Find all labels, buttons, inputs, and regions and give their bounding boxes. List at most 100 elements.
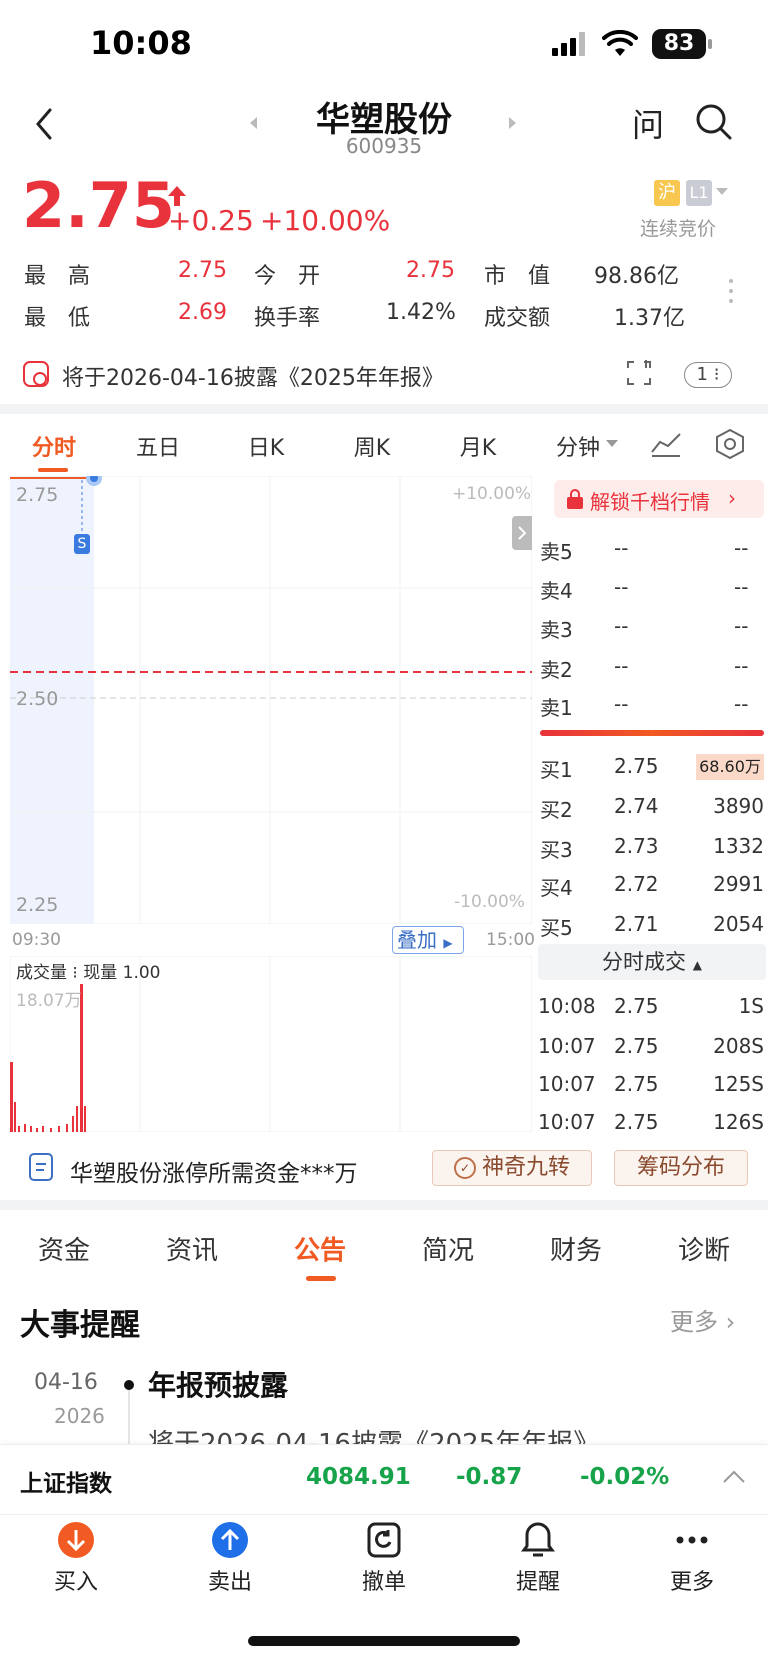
sell-button[interactable]: 卖出 [180,1520,280,1596]
notice-text[interactable]: 将于2026-04-16披露《2025年年报》 [62,360,444,392]
ask-level-label: 卖3 [540,618,573,642]
stat-low: 2.69 [178,300,227,325]
volume-axis-max: 18.07万 [16,991,82,1011]
buy-button[interactable]: 买入 [26,1520,126,1596]
settings-hex-icon[interactable] [714,428,746,460]
bid-level-label: 买1 [540,758,573,782]
level-dropdown-icon[interactable] [716,188,728,196]
limit-up-capital-link[interactable]: 华塑股份涨停所需资金***万 [70,1154,358,1188]
index-change: -0.87 [456,1464,523,1490]
price-change: +0.25 [168,204,254,237]
bid-ask-ratio-bar [540,730,764,736]
stat-label: 今 开 [254,264,321,289]
battery-level: 83 [663,31,695,56]
stock-code: 600935 [345,134,423,158]
tab-capital[interactable]: 资金 [24,1230,104,1267]
tab-daily-k[interactable]: 日K [236,430,296,462]
bid-price: 2.73 [614,834,659,858]
ask-price: -- [614,654,629,678]
home-indicator[interactable] [248,1636,520,1646]
overlay-button[interactable]: 叠加 ▶ [392,926,464,954]
signal-icon [552,32,585,56]
buy-label: 买入 [53,1570,98,1595]
s-marker[interactable]: S [74,536,90,552]
price-axis-low: 2.25 [16,894,59,916]
events-more-link[interactable]: 更多 › [670,1302,735,1337]
bid-level-label: 买5 [540,916,573,940]
current-price: 2.75 [22,169,175,242]
ticks-toggle[interactable]: 分时成交 ▲ [538,944,766,980]
tab-weekly-k[interactable]: 周K [342,430,402,462]
timeline-dot [124,1380,134,1390]
tab-five-day[interactable]: 五日 [128,430,188,462]
time-axis-start: 09:30 [12,930,61,950]
event-year: 2026 [54,1404,105,1428]
bid-volume: 2054 [713,912,764,936]
index-change-pct: -0.02% [580,1464,670,1490]
tick-volume: 208S [713,1034,764,1058]
market-badge: 沪 [654,180,680,206]
sell-label: 卖出 [207,1570,252,1595]
bid-price: 2.72 [614,872,659,896]
search-icon[interactable] [694,102,734,142]
tick-price: 2.75 [614,1110,659,1134]
indicator-icon[interactable] [650,430,682,458]
bid-level-label: 买2 [540,798,573,822]
level-badge[interactable]: L1 [686,180,712,206]
chevron-right-icon[interactable] [518,526,526,540]
ask-level-label: 卖2 [540,658,573,682]
tab-announcements[interactable]: 公告 [280,1230,360,1267]
more-dots-icon[interactable] [728,278,734,304]
ask-price: -- [614,614,629,638]
tick-time: 10:07 [538,1034,596,1058]
more-label: 更多 [669,1570,714,1595]
screenshot-icon[interactable] [624,358,654,388]
cancel-order-button[interactable]: 撤单 [334,1520,434,1596]
stat-amount: 1.37亿 [614,306,685,331]
prev-stock-icon[interactable] [248,116,258,130]
chevron-right-icon[interactable]: › [728,486,736,510]
alert-button[interactable]: 提醒 [488,1520,588,1596]
chevron-up-icon[interactable] [722,1470,746,1484]
price-change-pct: +10.00% [260,204,391,237]
next-stock-icon[interactable] [508,116,518,130]
events-title: 大事提醒 [20,1308,140,1343]
status-bar: 10:08 83 [0,0,768,90]
ask-button[interactable]: 问 [632,100,664,146]
tab-intraday[interactable]: 分时 [24,430,84,462]
section-divider [0,404,768,414]
notice-count-badge[interactable]: 1 ⁝ [684,362,732,388]
event-desc: 将于2026-04-16披露《2025年年报》 [148,1429,600,1444]
index-name: 上证指数 [20,1471,112,1497]
more-button[interactable]: 更多 [642,1520,742,1596]
back-arrow-icon[interactable] [32,106,56,142]
trade-mode: 连续竞价 [640,218,717,240]
unlock-depth-label[interactable]: 解锁千档行情 [590,486,710,515]
announcement-icon [23,361,49,387]
tab-monthly-k[interactable]: 月K [448,430,508,462]
bid-volume-highlight: 68.60万 [696,754,764,780]
tab-indicator [38,468,68,472]
stat-label: 最 高 [24,264,91,289]
tab-profile[interactable]: 简况 [408,1230,488,1267]
section-divider [0,1200,768,1210]
tick-time: 10:08 [538,994,596,1018]
wifi-icon [602,30,638,56]
tab-financials[interactable]: 财务 [536,1230,616,1267]
magic-nine-button[interactable]: ✓ 神奇九转 [432,1150,592,1186]
tab-minute[interactable]: 分钟 [548,430,608,462]
pct-axis-low: -10.00% [454,892,525,912]
bid-volume: 3890 [713,794,764,818]
chip-distribution-button[interactable]: 筹码分布 [614,1150,748,1186]
ask-price: -- [614,575,629,599]
chevron-down-icon[interactable] [606,440,618,448]
tab-news[interactable]: 资讯 [152,1230,232,1267]
document-icon [29,1153,53,1181]
tab-diagnosis[interactable]: 诊断 [664,1230,744,1267]
stat-label: 换手率 [254,306,321,331]
tab-indicator [306,1276,336,1281]
price-axis-high: 2.75 [16,484,59,506]
event-title[interactable]: 年报预披露 [148,1364,288,1404]
ask-price: -- [614,692,629,716]
ask-volume: -- [734,654,749,678]
